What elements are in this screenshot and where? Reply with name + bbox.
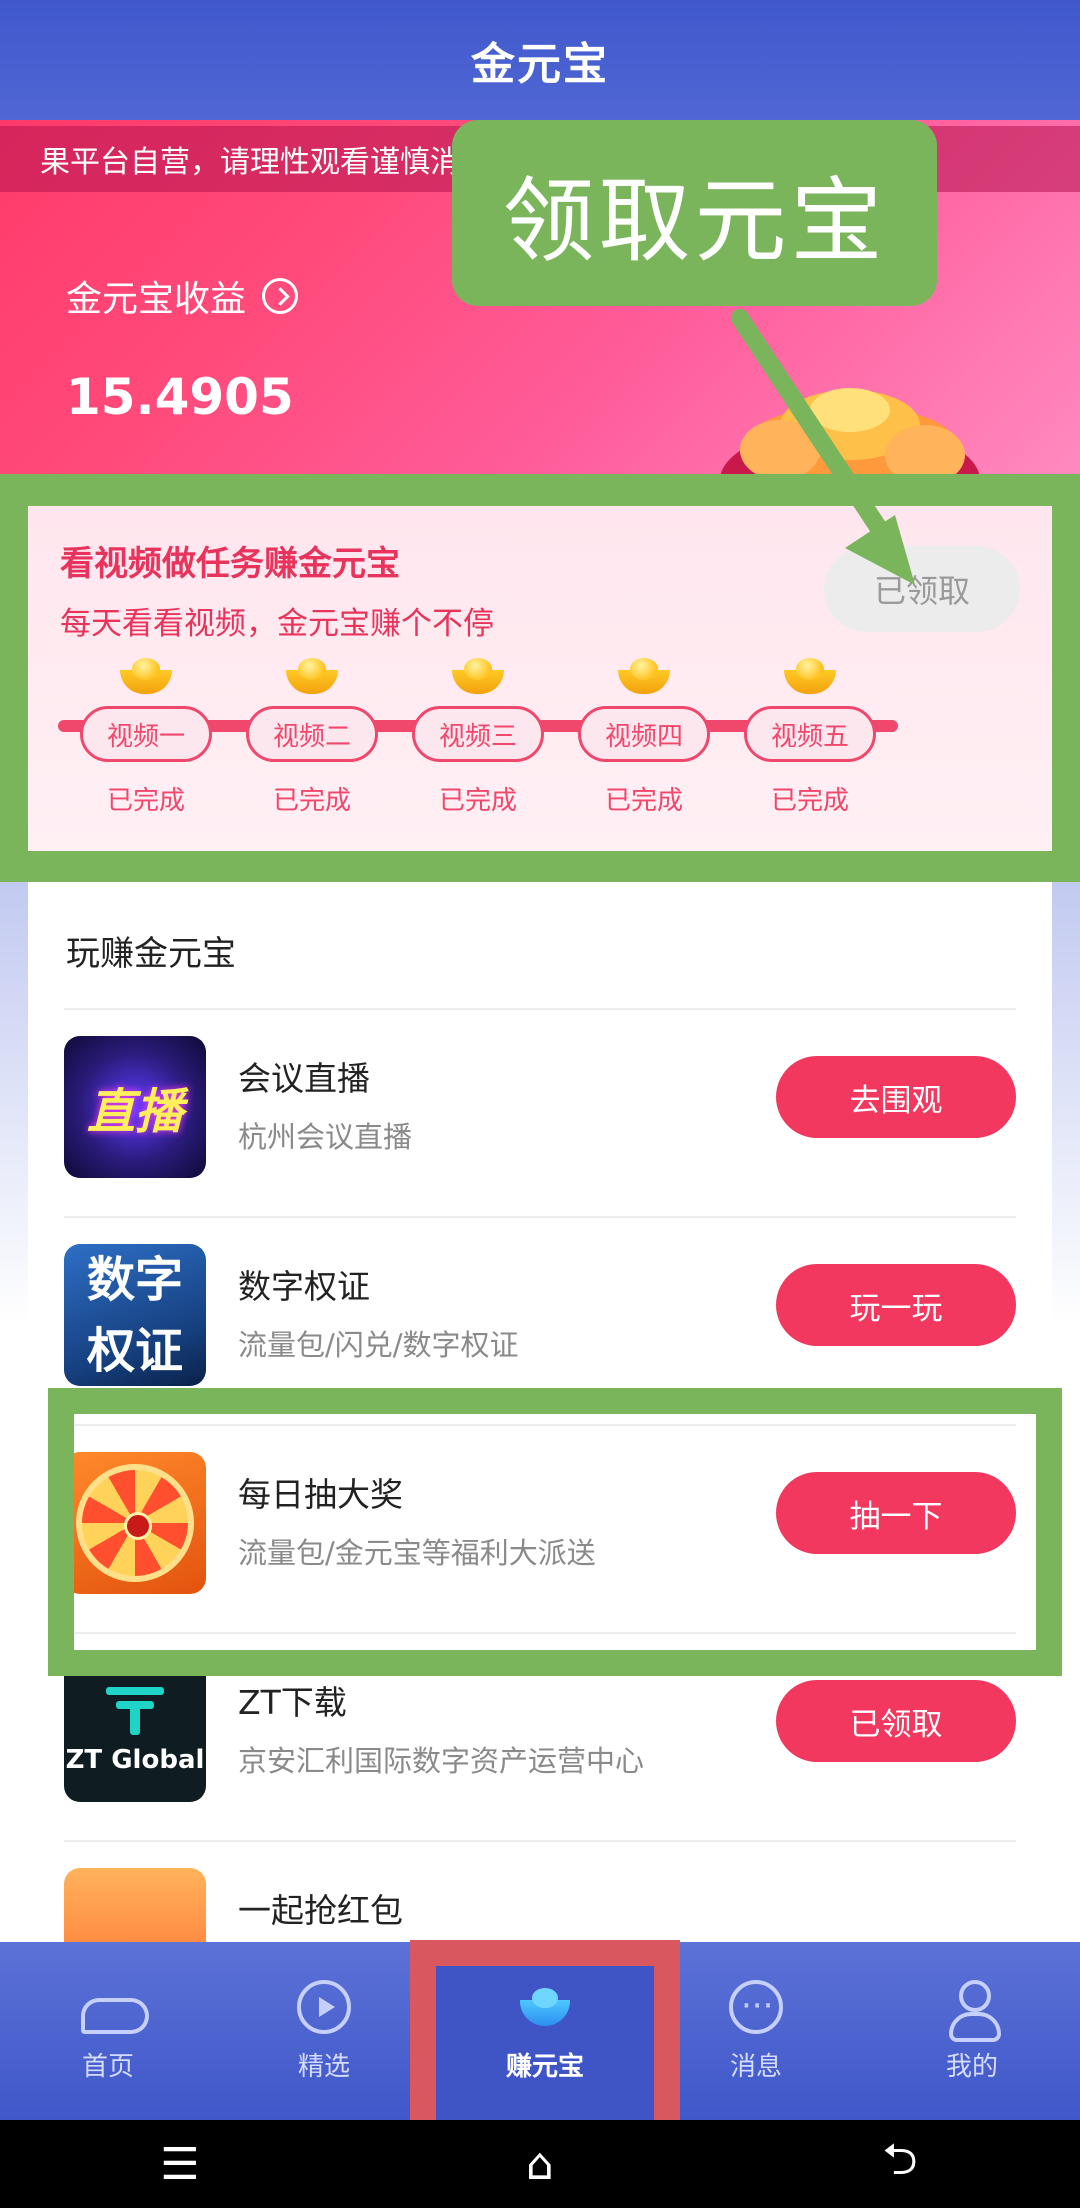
user-icon — [945, 1979, 1001, 2042]
task-subtitle: 每天看看视频，金元宝赚个不停 — [60, 606, 494, 642]
item-desc: 京安汇利国际数字资产运营中心 — [238, 1744, 645, 1778]
task-step[interactable]: 视频三 已完成 — [408, 656, 548, 817]
nav-featured[interactable]: 精选 — [216, 1942, 432, 2120]
claimed-button[interactable]: 已领取 — [776, 1680, 1016, 1762]
ingot-icon — [780, 656, 840, 696]
home-icon[interactable]: ⌂ — [480, 2139, 600, 2190]
nav-label: 我的 — [945, 2051, 998, 2082]
lottery-highlight-frame — [48, 1388, 1062, 1676]
ingot-icon — [282, 656, 342, 696]
step-status: 已完成 — [106, 786, 185, 816]
play-button[interactable]: 玩一玩 — [776, 1264, 1016, 1346]
item-desc: 流量包/闪兑/数字权证 — [238, 1328, 519, 1362]
back-icon[interactable]: ⮌ — [840, 2127, 960, 2202]
step-label: 视频五 — [744, 706, 876, 762]
task-step[interactable]: 视频二 已完成 — [242, 656, 382, 817]
list-item[interactable]: 一起抢红包 — [28, 1842, 1052, 1942]
nav-label: 精选 — [297, 2051, 350, 2082]
task-step[interactable]: 视频四 已完成 — [574, 656, 714, 817]
item-desc: 杭州会议直播 — [238, 1120, 413, 1154]
item-name: 会议直播 — [238, 1059, 370, 1098]
item-name: ZT下载 — [238, 1683, 347, 1722]
item-name: 数字权证 — [238, 1267, 370, 1306]
ingot-icon — [116, 656, 176, 696]
nav-label: 首页 — [81, 2051, 134, 2082]
ingot-icon — [614, 656, 674, 696]
task-step[interactable]: 视频五 已完成 — [740, 656, 880, 817]
menu-icon[interactable]: ☰ — [120, 2139, 240, 2190]
message-icon — [729, 1979, 783, 2034]
task-step[interactable]: 视频一 已完成 — [76, 656, 216, 817]
zt-global-icon: ZT Global — [64, 1660, 206, 1802]
earnings-link[interactable]: 金元宝收益 — [66, 270, 299, 322]
whale-icon — [81, 1980, 149, 2034]
nav-messages[interactable]: 消息 — [648, 1942, 864, 2120]
earnings-value: 15.4905 — [66, 368, 294, 426]
nav-home[interactable]: 首页 — [0, 1942, 216, 2120]
task-title: 看视频做任务赚金元宝 — [60, 544, 400, 584]
live-app-icon: 直播 — [64, 1036, 206, 1178]
step-status: 已完成 — [438, 786, 517, 816]
ingot-icon — [448, 656, 508, 696]
step-status: 已完成 — [770, 786, 849, 816]
video-task-card: 看视频做任务赚金元宝 每天看看视频，金元宝赚个不停 已领取 视频一 已完成 视频… — [28, 506, 1052, 851]
gold-ingot-illustration — [720, 388, 980, 480]
claim-button[interactable]: 已领取 — [824, 546, 1020, 632]
step-label: 视频四 — [578, 706, 710, 762]
system-nav-bar: ☰ ⌂ ⮌ — [0, 2120, 1080, 2208]
list-item[interactable]: 直播 会议直播 杭州会议直播 去围观 — [28, 1010, 1052, 1218]
list-heading: 玩赚金元宝 — [66, 934, 236, 974]
step-label: 视频二 — [246, 706, 378, 762]
nav-label: 消息 — [729, 2051, 782, 2082]
step-status: 已完成 — [604, 786, 683, 816]
page-title: 金元宝 — [471, 39, 609, 90]
earnings-label: 金元宝收益 — [66, 279, 247, 320]
step-status: 已完成 — [272, 786, 351, 816]
chevron-right-icon — [262, 278, 299, 314]
watch-button[interactable]: 去围观 — [776, 1056, 1016, 1138]
item-name: 一起抢红包 — [238, 1891, 403, 1930]
step-label: 视频三 — [412, 706, 544, 762]
digital-warrant-app-icon: 数字 权证 — [64, 1244, 206, 1386]
play-icon — [297, 1979, 351, 2034]
nav-profile[interactable]: 我的 — [864, 1942, 1080, 2120]
app-header: 金元宝 — [0, 0, 1080, 120]
annotation-label: 领取元宝 — [452, 120, 937, 306]
step-label: 视频一 — [80, 706, 212, 762]
red-packet-icon — [64, 1868, 206, 1942]
